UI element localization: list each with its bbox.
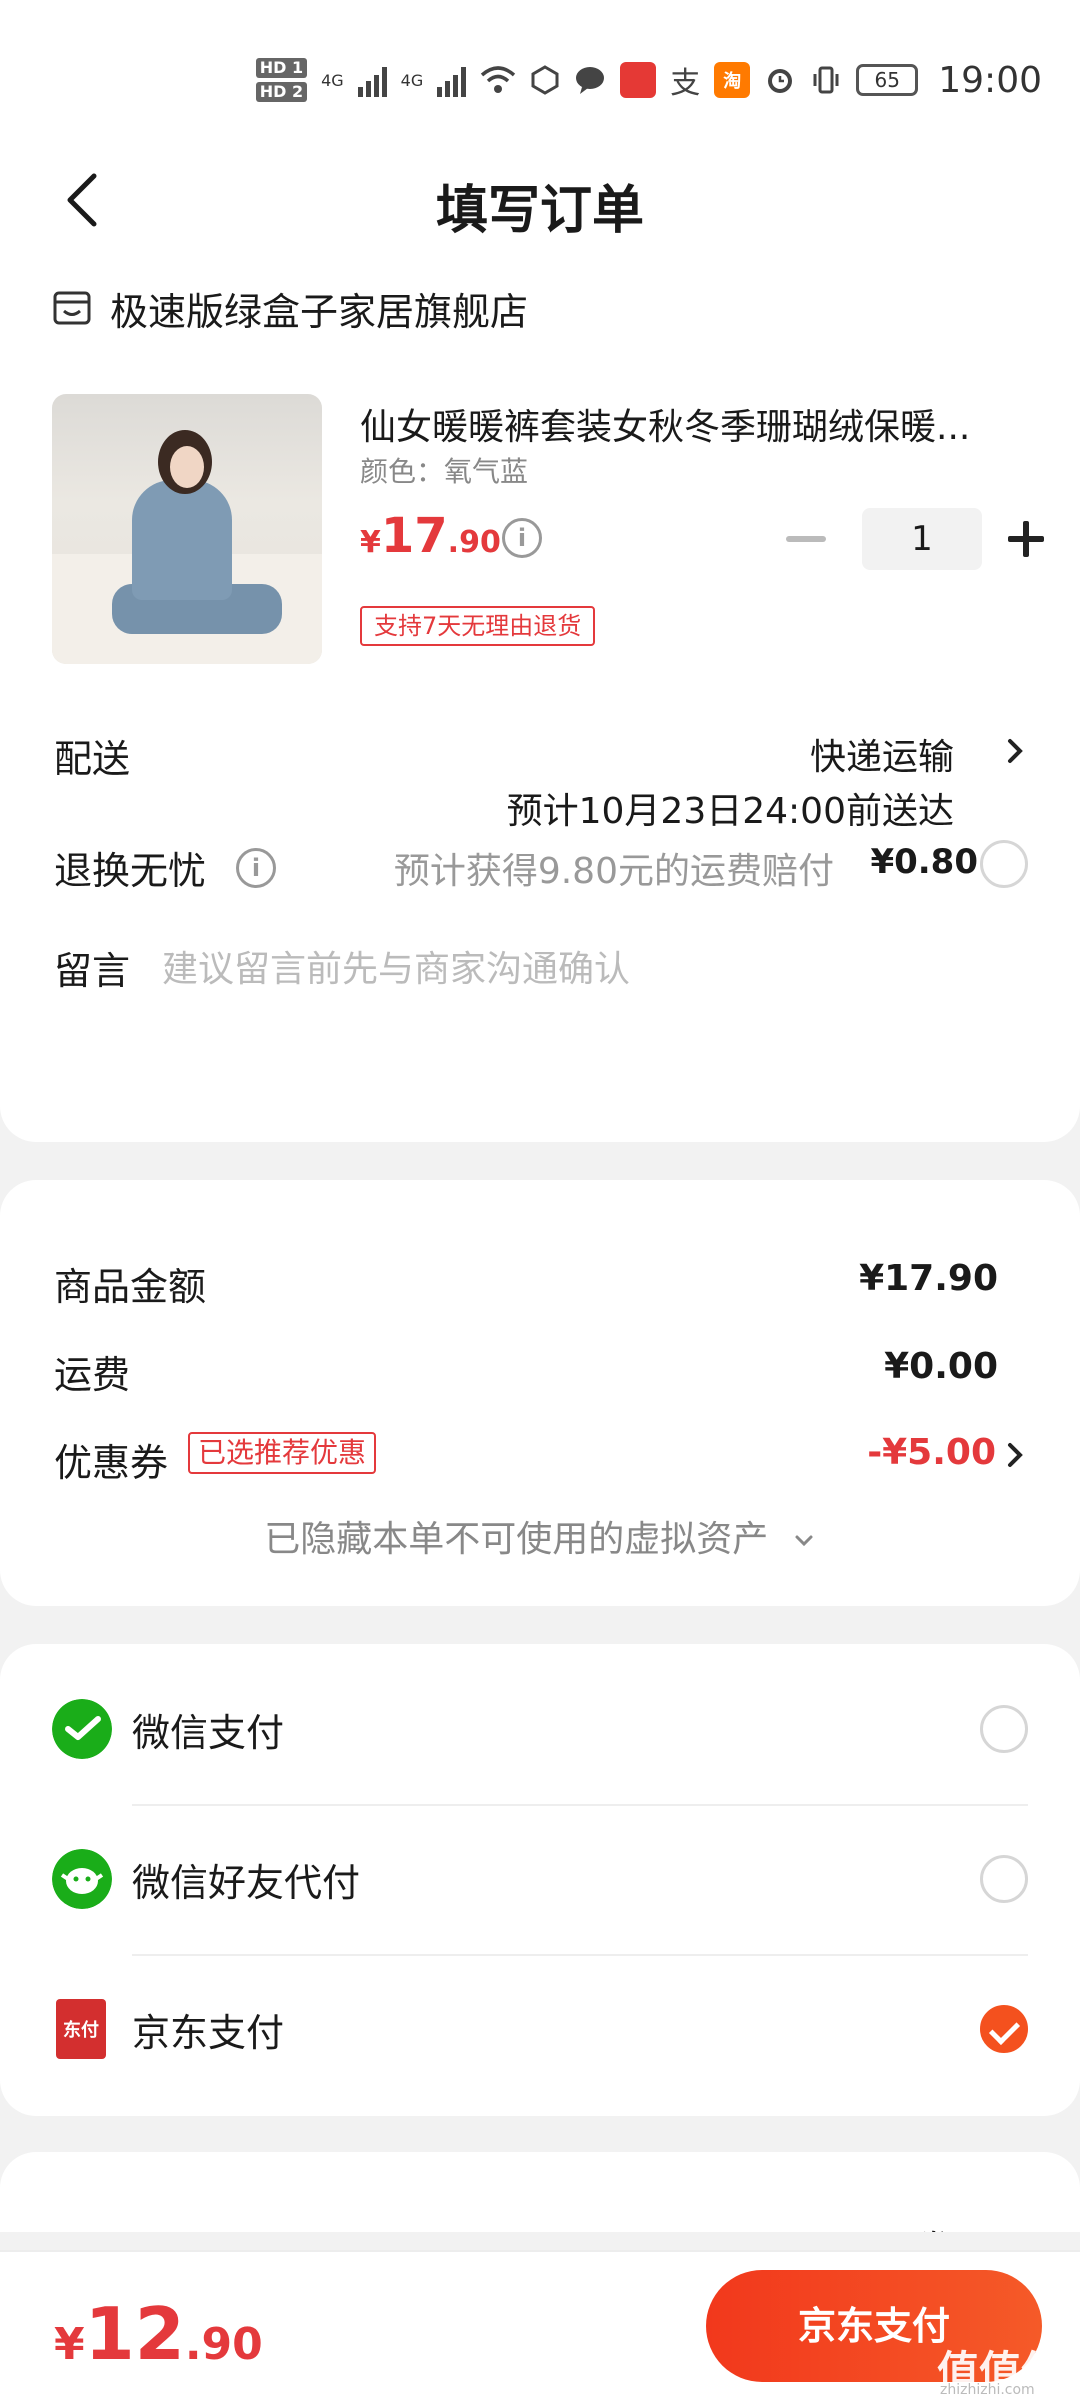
vibrate-icon [813, 66, 839, 94]
total-symbol: ¥ [54, 2319, 85, 2370]
payment-option-radio[interactable] [980, 1705, 1028, 1753]
wechat-pay-icon [52, 1699, 112, 1759]
return-worry-free-price: ¥0.80 [870, 842, 978, 882]
invoice-value[interactable]: 不开发票 [844, 2220, 988, 2232]
chat-bubble-icon [576, 67, 605, 94]
hidden-assets-text: 已隐藏本单不可使用的虚拟资产 [264, 1519, 769, 1560]
status-bar: HD 1 HD 2 4G 4G 支 淘 65 19:00 [0, 0, 1080, 150]
shipping-label: 运费 [54, 1353, 131, 1397]
return-worry-free-description: 预计获得9.80元的运费赔付 [393, 851, 834, 892]
price-info-icon[interactable]: i [502, 518, 542, 558]
payment-option-radio[interactable] [980, 1855, 1028, 1903]
message-label: 留言 [54, 949, 131, 993]
goods-amount-value: ¥17.90 [859, 1258, 998, 1299]
payment-methods-card: 微信支付 微信好友代付 东付 京东支付 [0, 1644, 1080, 2116]
hidden-assets-toggle[interactable]: 已隐藏本单不可使用的虚拟资产 [0, 1510, 1080, 1562]
coupon-badge: 已选推荐优惠 [188, 1432, 377, 1474]
decrease-quantity-button[interactable] [786, 536, 826, 542]
price-integer: 17 [380, 508, 448, 564]
wechat-friend-pay-icon [52, 1849, 112, 1909]
jd-pay-icon: 东付 [56, 1999, 106, 2059]
payment-option-jd[interactable]: 东付 京东支付 [0, 1954, 1080, 2104]
product-title[interactable]: 仙女暖暖裤套装女秋冬季珊瑚绒保暖... [360, 398, 1032, 450]
delivery-method[interactable]: 快递运输 [810, 728, 954, 780]
taobao-icon: 淘 [714, 62, 751, 98]
app-notification-icon [620, 62, 657, 98]
return-policy-badge: 支持7天无理由退货 [360, 606, 596, 646]
watermark-url: zhizhizhi.com [940, 2382, 1035, 2398]
invoice-card: 发票 不开发票 [0, 2152, 1080, 2232]
product-price: ¥ 17 .90 [360, 508, 501, 564]
goods-amount-label: 商品金额 [54, 1265, 207, 1309]
price-decimal: .90 [447, 525, 501, 560]
chevron-right-icon[interactable] [1002, 1442, 1028, 1468]
product-spec: 颜色：氧气蓝 [360, 455, 529, 488]
coupon-value[interactable]: -¥5.00 [867, 1432, 996, 1473]
payment-option-label: 微信支付 [132, 1711, 285, 1755]
network-type-2: 4G [400, 70, 424, 90]
alipay-icon: 支 [670, 66, 701, 101]
signal-icon [357, 63, 387, 97]
invoice-label: 发票 [54, 2222, 130, 2232]
product-image-figure-body [132, 480, 232, 600]
total-decimal: .90 [184, 2319, 263, 2370]
amount-card: 商品金额 ¥17.90 运费 ¥0.00 优惠券 已选推荐优惠 -¥5.00 已… [0, 1180, 1080, 1606]
payment-option-radio-selected[interactable] [980, 2005, 1028, 2053]
total-price: ¥ 12 .90 [54, 2292, 263, 2376]
hd-indicator: HD 1 HD 2 [255, 58, 308, 102]
hand-icon [531, 65, 559, 95]
quantity-value[interactable]: 1 [862, 508, 982, 570]
increase-quantity-button[interactable] [1008, 519, 1048, 559]
shop-row[interactable]: 极速版绿盒子家居旗舰店 [52, 280, 528, 336]
total-integer: 12 [84, 2292, 185, 2376]
hd2-label: HD 2 [255, 82, 308, 102]
message-input[interactable]: 建议留言前先与商家沟通确认 [162, 940, 630, 992]
page-header: 填写订单 [0, 150, 1080, 250]
shop-name: 极速版绿盒子家居旗舰店 [110, 289, 529, 334]
price-symbol: ¥ [360, 525, 381, 560]
payment-option-label: 微信好友代付 [132, 1861, 361, 1905]
payment-option-wechat-friend[interactable]: 微信好友代付 [0, 1804, 1080, 1954]
coupon-label: 优惠券 [54, 1441, 169, 1485]
chevron-down-icon [795, 1535, 813, 1547]
battery-indicator: 65 [856, 64, 919, 96]
delivery-estimate: 预计10月23日24:00前送达 [506, 791, 954, 832]
wifi-icon [481, 66, 516, 93]
alarm-icon [768, 69, 793, 93]
hd1-label: HD 1 [255, 58, 308, 78]
return-worry-free-checkbox[interactable] [980, 840, 1028, 888]
shop-icon [53, 291, 91, 325]
delivery-label: 配送 [54, 737, 131, 781]
shipping-value: ¥0.00 [884, 1346, 998, 1387]
payment-option-label: 京东支付 [132, 2011, 285, 2055]
product-image-figure-face [170, 446, 204, 488]
chevron-right-icon[interactable] [1002, 738, 1028, 764]
product-image[interactable] [52, 394, 322, 664]
return-worry-free-label: 退换无忧 [54, 849, 207, 893]
order-card: 极速版绿盒子家居旗舰店 仙女暖暖裤套装女秋冬季珊瑚绒保暖... 颜色：氧气蓝 ¥… [0, 250, 1080, 1142]
signal-icon [437, 63, 467, 97]
checkout-bar: ¥ 12 .90 京东支付 [0, 2250, 1080, 2400]
status-icons: HD 1 HD 2 4G 4G 支 淘 65 19:00 [255, 52, 1042, 108]
jd-pay-icon-text: 东付 [63, 2020, 99, 2041]
status-time: 19:00 [938, 59, 1042, 101]
info-icon[interactable]: i [236, 848, 276, 888]
quantity-stepper: 1 [786, 508, 1048, 570]
network-type-1: 4G [321, 70, 344, 90]
payment-option-wechat[interactable]: 微信支付 [0, 1654, 1080, 1804]
page-title: 填写订单 [435, 181, 644, 241]
